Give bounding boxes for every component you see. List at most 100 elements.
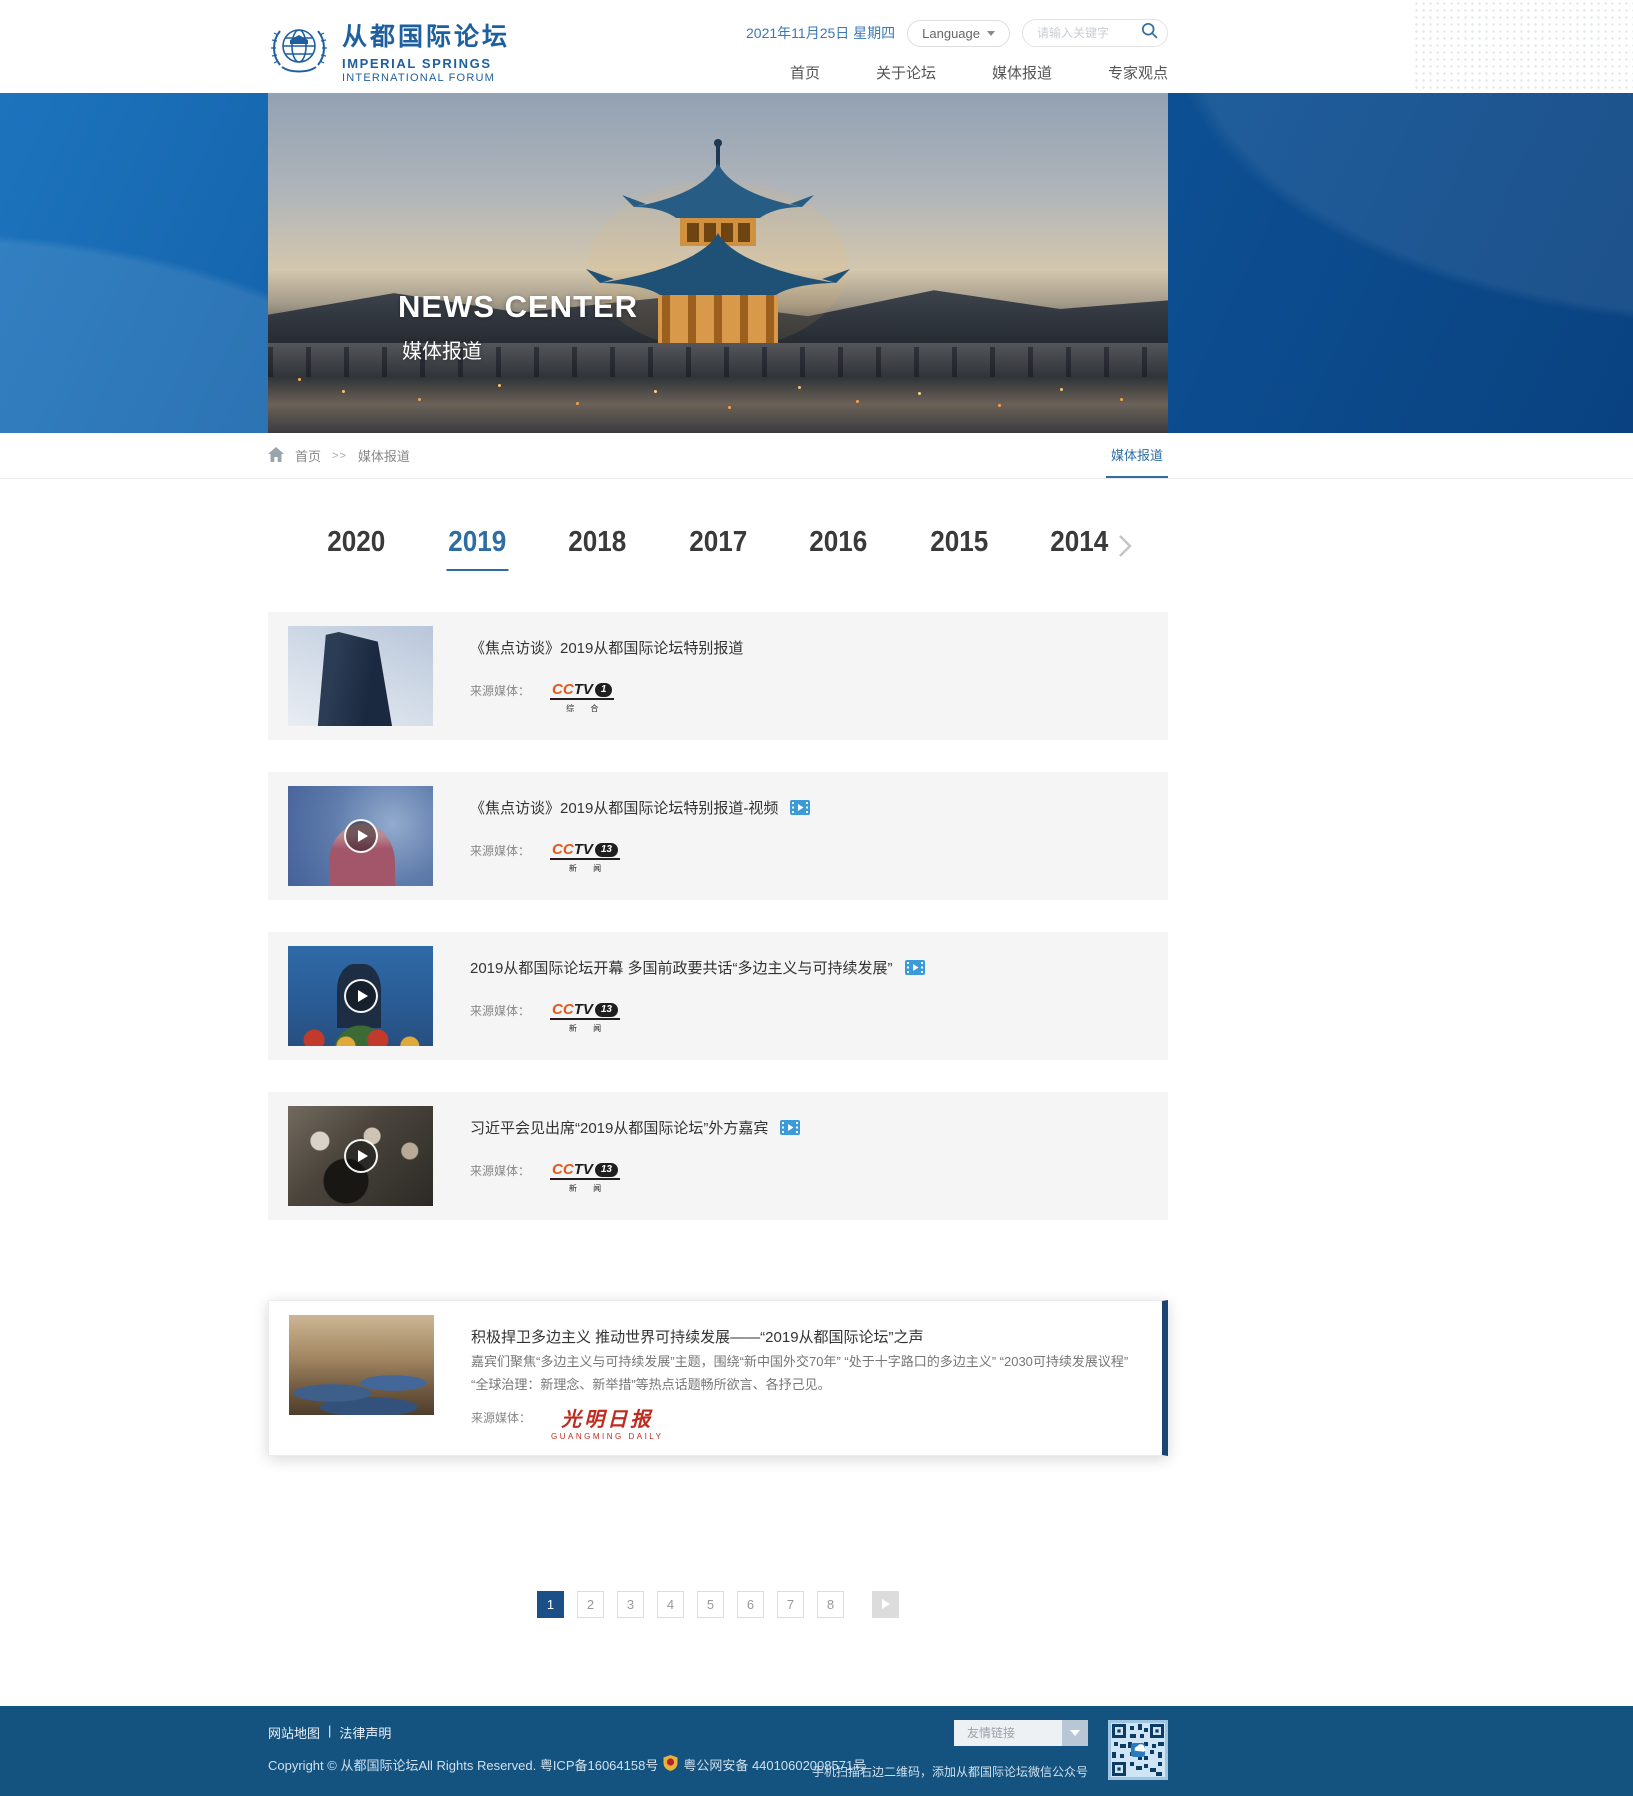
search-box[interactable] [1022,19,1168,47]
news-thumbnail-speaker-video[interactable] [288,946,433,1046]
logo-title-en1: IMPERIAL SPRINGS [342,56,510,71]
news-title-text: 《焦点访谈》2019从都国际论坛特别报道-视频 [470,797,778,818]
cctv-channel-number: 13 [595,843,618,857]
year-tab-2020[interactable]: 2020 [326,520,388,571]
nav-item-home[interactable]: 首页 [790,62,820,83]
video-icon [790,800,810,815]
year-tab-2015[interactable]: 2015 [928,520,990,571]
breadcrumb-bar: 首页 >> 媒体报道 媒体报道 [0,433,1633,479]
nav-item-about[interactable]: 关于论坛 [876,62,936,83]
page-button-6[interactable]: 6 [737,1591,764,1618]
news-title[interactable]: 《焦点访谈》2019从都国际论坛特别报道 [470,637,1148,658]
friend-links-select[interactable]: 友情链接 [954,1720,1088,1746]
cctv-channel-number: 1 [595,683,613,697]
caret-down-icon [987,31,995,36]
legal-notice-link[interactable]: 法律声明 [339,1723,391,1742]
site-header: 从都国际论坛 IMPERIAL SPRINGS INTERNATIONAL FO… [0,0,1633,93]
section-tab-media[interactable]: 媒体报道 [1106,433,1168,478]
logo-title-en2: INTERNATIONAL FORUM [342,72,510,84]
cctv13-logo: CCTV 13 新 闻 [550,1162,620,1194]
news-thumbnail-cctv-building[interactable] [288,626,433,726]
dropdown-arrow-icon [1062,1720,1088,1746]
cctv-channel-number: 13 [595,1163,618,1177]
cctv-cc: CC [552,842,574,857]
play-icon[interactable] [344,1139,378,1173]
guangming-caption: GUANGMING DAILY [551,1432,663,1441]
banner-title-cn: 媒体报道 [398,335,638,364]
news-title-text: 2019从都国际论坛开幕 多国前政要共话“多边主义与可持续发展” [470,957,893,978]
page-button-7[interactable]: 7 [777,1591,804,1618]
cctv-caption: 综 合 [559,703,605,714]
news-list: 《焦点访谈》2019从都国际论坛特别报道 来源媒体： CCTV 1 综 合 [268,612,1168,1456]
news-title[interactable]: 《焦点访谈》2019从都国际论坛特别报道-视频 [470,797,1148,818]
page-button-5[interactable]: 5 [697,1591,724,1618]
guangming-script: 光明日报 [561,1409,653,1429]
cctv-caption: 新 闻 [562,1023,608,1034]
video-icon [905,960,925,975]
page-button-3[interactable]: 3 [617,1591,644,1618]
news-title[interactable]: 积极捍卫多边主义 推动世界可持续发展——“2019从都国际论坛”之声 [471,1326,1142,1347]
source-label: 来源媒体： [470,842,530,859]
news-thumbnail-anchor-video[interactable] [288,786,433,886]
news-thumbnail-conference-hall[interactable] [289,1315,434,1415]
hero-banner: NEWS CENTER 媒体报道 [0,93,1633,433]
guangming-daily-logo: 光明日报 GUANGMING DAILY [551,1409,663,1441]
wechat-qr-code [1108,1720,1168,1780]
cctv-tv: TV [574,682,593,697]
cctv-cc: CC [552,1002,574,1017]
sitemap-link[interactable]: 网站地图 [268,1723,320,1742]
news-description: 嘉宾们聚焦“多边主义与可持续发展”主题，围绕“新中国外交70年” “处于十字路口… [471,1351,1142,1397]
year-tab-2017[interactable]: 2017 [687,520,749,571]
play-icon[interactable] [344,819,378,853]
hero-photo [268,93,1168,433]
source-label: 来源媒体： [470,1002,530,1019]
language-dropdown[interactable]: Language [907,20,1010,47]
news-card-4: 习近平会见出席“2019从都国际论坛”外方嘉宾 来源媒体： CCTV 13 新 … [268,1092,1168,1220]
years-next-arrow-icon[interactable] [1118,534,1132,563]
news-title-text: 积极捍卫多边主义 推动世界可持续发展——“2019从都国际论坛”之声 [471,1326,924,1347]
cctv-cc: CC [552,682,574,697]
copyright-text: Copyright © 从都国际论坛All Rights Reserved. 粤… [268,1755,658,1774]
lantern-lights-decoration [298,378,301,381]
language-label: Language [922,26,980,41]
page-button-2[interactable]: 2 [577,1591,604,1618]
page-button-1-active[interactable]: 1 [537,1591,564,1618]
cctv-tv: TV [574,1162,593,1177]
next-page-icon [882,1599,890,1609]
source-label: 来源媒体： [470,682,530,699]
search-input[interactable] [1035,25,1141,41]
year-tab-2016[interactable]: 2016 [808,520,870,571]
site-logo[interactable]: 从都国际论坛 IMPERIAL SPRINGS INTERNATIONAL FO… [268,0,510,93]
cctv-caption: 新 闻 [562,863,608,874]
breadcrumb-home-link[interactable]: 首页 [295,446,321,465]
news-title[interactable]: 2019从都国际论坛开幕 多国前政要共话“多边主义与可持续发展” [470,957,1148,978]
nav-item-media[interactable]: 媒体报道 [992,62,1052,83]
news-title[interactable]: 习近平会见出席“2019从都国际论坛”外方嘉宾 [470,1117,1148,1138]
search-icon[interactable] [1141,22,1158,44]
current-date: 2021年11月25日 星期四 [746,23,895,43]
police-badge-icon [663,1755,678,1774]
news-card-3: 2019从都国际论坛开幕 多国前政要共话“多边主义与可持续发展” 来源媒体： C… [268,932,1168,1060]
home-icon[interactable] [268,447,284,465]
play-icon[interactable] [344,979,378,1013]
friend-links-label: 友情链接 [954,1720,1062,1746]
site-footer: 网站地图 | 法律声明 Copyright © 从都国际论坛All Rights… [0,1706,1633,1796]
page-button-4[interactable]: 4 [657,1591,684,1618]
cctv-caption: 新 闻 [562,1183,608,1194]
year-tab-2019-active[interactable]: 2019 [446,520,508,571]
breadcrumb-current[interactable]: 媒体报道 [358,446,410,465]
news-thumbnail-meeting-video[interactable] [288,1106,433,1206]
pagination: 1 2 3 4 5 6 7 8 [268,1591,1168,1618]
cctv13-logo: CCTV 13 新 闻 [550,842,620,874]
news-title-text: 习近平会见出席“2019从都国际论坛”外方嘉宾 [470,1117,768,1138]
cctv-tv: TV [574,1002,593,1017]
year-tab-2018[interactable]: 2018 [567,520,629,571]
year-tab-2014[interactable]: 2014 [1049,520,1111,571]
cctv-tv: TV [574,842,593,857]
cctv-cc: CC [552,1162,574,1177]
nav-item-experts[interactable]: 专家观点 [1108,62,1168,83]
page-button-8[interactable]: 8 [817,1591,844,1618]
next-page-button[interactable] [872,1591,899,1618]
qr-hint-text: 手机扫描右边二维码，添加从都国际论坛微信公众号 [812,1763,1088,1780]
news-card-2: 《焦点访谈》2019从都国际论坛特别报道-视频 来源媒体： CCTV 13 新 … [268,772,1168,900]
